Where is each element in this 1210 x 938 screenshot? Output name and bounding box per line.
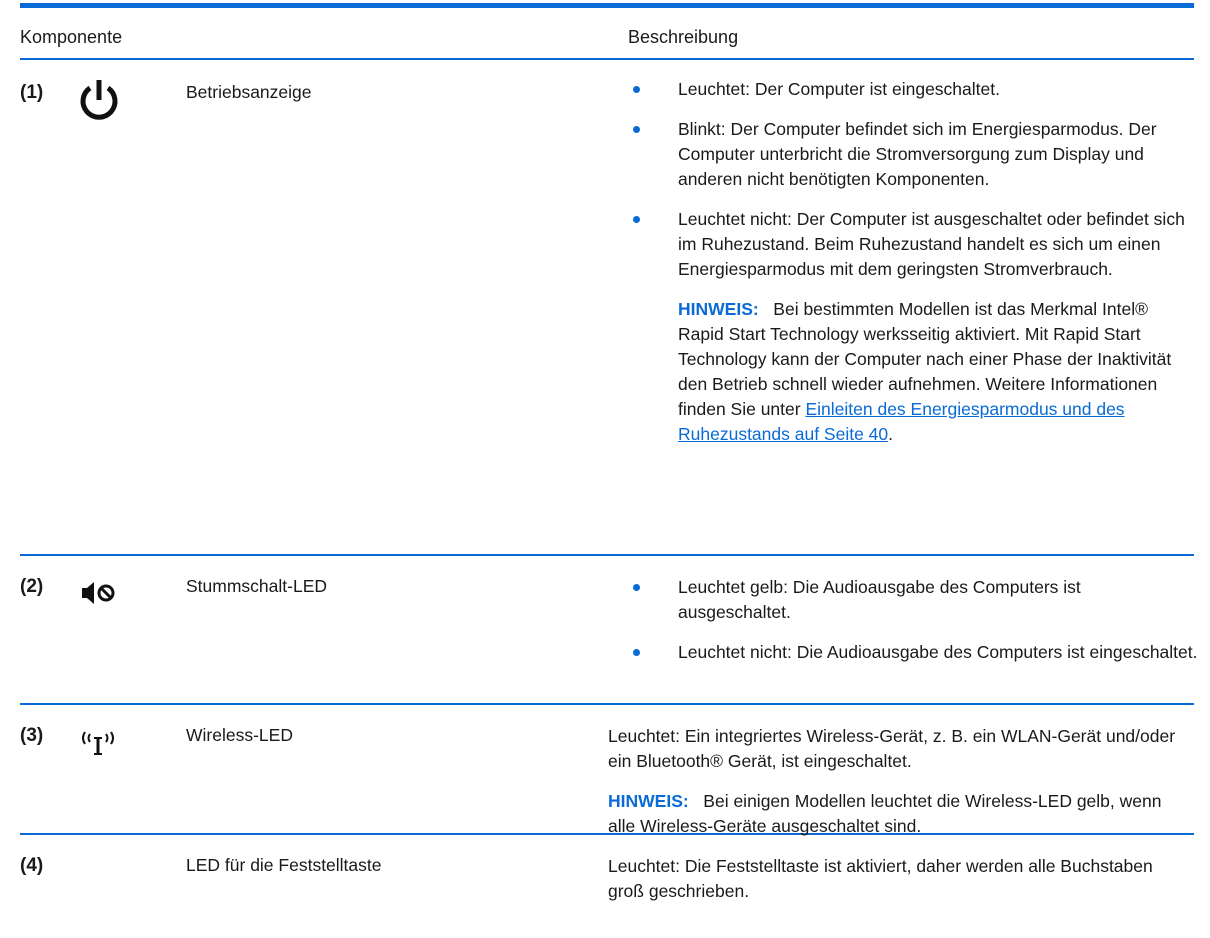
list-item: Leuchtet nicht: Der Computer ist ausgesc… xyxy=(628,207,1198,282)
table-row: (4) LED für die Feststelltaste Leuchtet:… xyxy=(20,835,1194,915)
table-row: (2) Stummschalt-LED Leuchtet gelb: Die A… xyxy=(20,556,1198,703)
description-text: Leuchtet: Ein integriertes Wireless-Gerä… xyxy=(608,726,1176,771)
list-item: Leuchtet gelb: Die Audioausgabe des Comp… xyxy=(628,575,1198,625)
header-description: Beschreibung xyxy=(628,27,739,47)
component-name: Wireless-LED xyxy=(186,725,293,745)
component-name: LED für die Feststelltaste xyxy=(186,855,382,875)
row-number: (4) xyxy=(20,855,44,876)
mute-icon xyxy=(81,582,117,609)
component-table: Komponente Beschreibung (1) Betriebsanze… xyxy=(20,0,1198,915)
note: HINWEIS: Bei bestimmten Modellen ist das… xyxy=(678,299,1172,444)
note: HINWEIS: Bei einigen Modellen leuchtet d… xyxy=(608,789,1178,839)
list-item: Leuchtet nicht: Die Audioausgabe des Com… xyxy=(628,640,1198,665)
component-description: Leuchtet: Der Computer ist eingeschaltet… xyxy=(628,77,1198,447)
row-number: (1) xyxy=(20,82,44,103)
table-header: Komponente Beschreibung xyxy=(20,8,1194,58)
component-description: Leuchtet gelb: Die Audioausgabe des Comp… xyxy=(628,575,1198,680)
description-text: Leuchtet: Die Feststelltaste ist aktivie… xyxy=(608,856,1153,901)
table-row: (1) Betriebsanzeige Leuchtet: Der Comput… xyxy=(20,60,1194,554)
note-label: HINWEIS: xyxy=(608,791,689,811)
row-number: (3) xyxy=(20,725,44,746)
wireless-icon xyxy=(80,727,116,762)
list-item: Leuchtet: Der Computer ist eingeschaltet… xyxy=(628,77,1198,102)
component-name: Stummschalt-LED xyxy=(186,576,328,596)
row-number: (2) xyxy=(20,576,44,597)
component-name: Betriebsanzeige xyxy=(186,82,312,102)
note-label: HINWEIS: xyxy=(678,299,759,319)
power-icon xyxy=(77,78,121,129)
list-item: Blinkt: Der Computer befindet sich im En… xyxy=(628,117,1198,192)
table-row: (3) Wireless-LED Leuchtet: Ein integrier… xyxy=(20,705,1194,836)
component-description: Leuchtet: Ein integriertes Wireless-Gerä… xyxy=(608,724,1178,839)
component-description: Leuchtet: Die Feststelltaste ist aktivie… xyxy=(608,854,1178,904)
note-text: Bei einigen Modellen leuchtet die Wirele… xyxy=(608,791,1162,836)
header-component: Komponente xyxy=(20,27,123,47)
